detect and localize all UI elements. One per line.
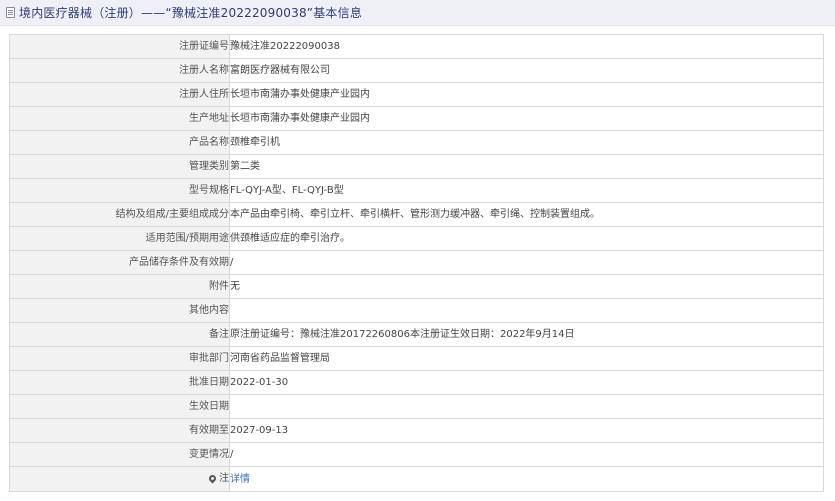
note-row-value-cell: 详情	[229, 466, 824, 492]
row-value: /	[229, 442, 824, 467]
row-value: 长垣市南蒲办事处健康产业园内	[229, 82, 824, 107]
row-label: 备注	[9, 322, 230, 347]
row-value: 豫械注准20222090038	[229, 34, 824, 59]
table-row: 变更情况 /	[9, 442, 824, 467]
row-value: 无	[229, 274, 824, 299]
row-value: 本产品由牵引椅、牵引立杆、牵引横杆、管形测力缓冲器、牵引绳、控制装置组成。	[229, 202, 824, 227]
info-table-body: 注册证编号 豫械注准20222090038 注册人名称 富朗医疗器械有限公司 注册人…	[9, 34, 824, 492]
page: 境内医疗器械（注册）——“豫械注准20222090038”基本信息 注册证编号豫…	[0, 0, 835, 501]
note-label-wrap: 注	[207, 468, 229, 491]
row-label: 有效期至	[9, 418, 230, 443]
row-value: 河南省药品监督管理局	[229, 346, 824, 371]
row-value: FL-QYJ-A型、FL-QYJ-B型	[229, 178, 824, 203]
row-value: 颈椎牵引机	[229, 130, 824, 155]
table-row: 备注 原注册证编号：豫械注准20172260806本注册证生效日期：2022年9月…	[9, 322, 824, 347]
table-row: 生效日期	[9, 394, 824, 419]
row-label: 结构及组成/主要组成成分	[9, 202, 230, 227]
table-row: 注册人住所 长垣市南蒲办事处健康产业园内	[9, 82, 824, 107]
info-table: 注册证编号 豫械注准20222090038 注册人名称 富朗医疗器械有限公司 注册人…	[9, 34, 824, 492]
row-label: 产品储存条件及有效期	[9, 250, 230, 275]
row-label: 适用范围/预期用途	[9, 226, 230, 251]
row-label: 产品名称	[9, 130, 230, 155]
table-row: 产品储存条件及有效期 /	[9, 250, 824, 275]
table-row: 结构及组成/主要组成成分 本产品由牵引椅、牵引立杆、牵引横杆、管形测力缓冲器、牵引…	[9, 202, 824, 227]
row-value: 富朗医疗器械有限公司	[229, 58, 824, 83]
row-value	[229, 298, 824, 323]
row-label: 注册证编号	[9, 34, 230, 59]
row-label: 其他内容	[9, 298, 230, 323]
table-row: 批准日期 2022-01-30	[9, 370, 824, 395]
row-label: 注册人名称	[9, 58, 230, 83]
row-value: 2027-09-13	[229, 418, 824, 443]
row-label: 批准日期	[9, 370, 230, 395]
row-label: 附件	[9, 274, 230, 299]
row-value: 第二类	[229, 154, 824, 179]
table-row: 其他内容	[9, 298, 824, 323]
table-row: 有效期至 2027-09-13	[9, 418, 824, 443]
table-row: 审批部门 河南省药品监督管理局	[9, 346, 824, 371]
table-row: 型号规格 FL-QYJ-A型、FL-QYJ-B型	[9, 178, 824, 203]
page-header: 境内医疗器械（注册）——“豫械注准20222090038”基本信息	[0, 0, 835, 26]
row-label: 生产地址	[9, 106, 230, 131]
row-label: 变更情况	[9, 442, 230, 467]
row-value	[229, 394, 824, 419]
table-row: 生产地址 长垣市南蒲办事处健康产业园内	[9, 106, 824, 131]
pin-icon	[207, 473, 218, 484]
row-value: 2022-01-30	[229, 370, 824, 395]
row-value: /	[229, 250, 824, 275]
row-value: 供颈椎适应症的牵引治疗。	[229, 226, 824, 251]
row-label: 生效日期	[9, 394, 230, 419]
row-value: 长垣市南蒲办事处健康产业园内	[229, 106, 824, 131]
note-row-label-cell: 注	[9, 466, 230, 492]
detail-link[interactable]: 详情	[231, 474, 251, 485]
table-row: 注册证编号 豫械注准20222090038	[9, 34, 824, 59]
table-row: 产品名称 颈椎牵引机	[9, 130, 824, 155]
row-label: 注册人住所	[9, 82, 230, 107]
table-row: 注册人名称 富朗医疗器械有限公司	[9, 58, 824, 83]
info-table-container: 注册证编号 豫械注准20222090038 注册人名称 富朗医疗器械有限公司 注册人…	[9, 34, 824, 492]
note-row: 注 详情	[9, 466, 824, 492]
table-row: 适用范围/预期用途 供颈椎适应症的牵引治疗。	[9, 226, 824, 251]
row-value: 原注册证编号：豫械注准20172260806本注册证生效日期：2022年9月14…	[229, 322, 824, 347]
document-icon	[6, 7, 15, 18]
row-label: 管理类别	[9, 154, 230, 179]
note-label: 注	[219, 473, 229, 484]
row-label: 型号规格	[9, 178, 230, 203]
table-row: 管理类别 第二类	[9, 154, 824, 179]
page-title: 境内医疗器械（注册）——“豫械注准20222090038”基本信息	[19, 6, 363, 20]
row-label: 审批部门	[9, 346, 230, 371]
table-row: 附件无	[9, 274, 824, 299]
